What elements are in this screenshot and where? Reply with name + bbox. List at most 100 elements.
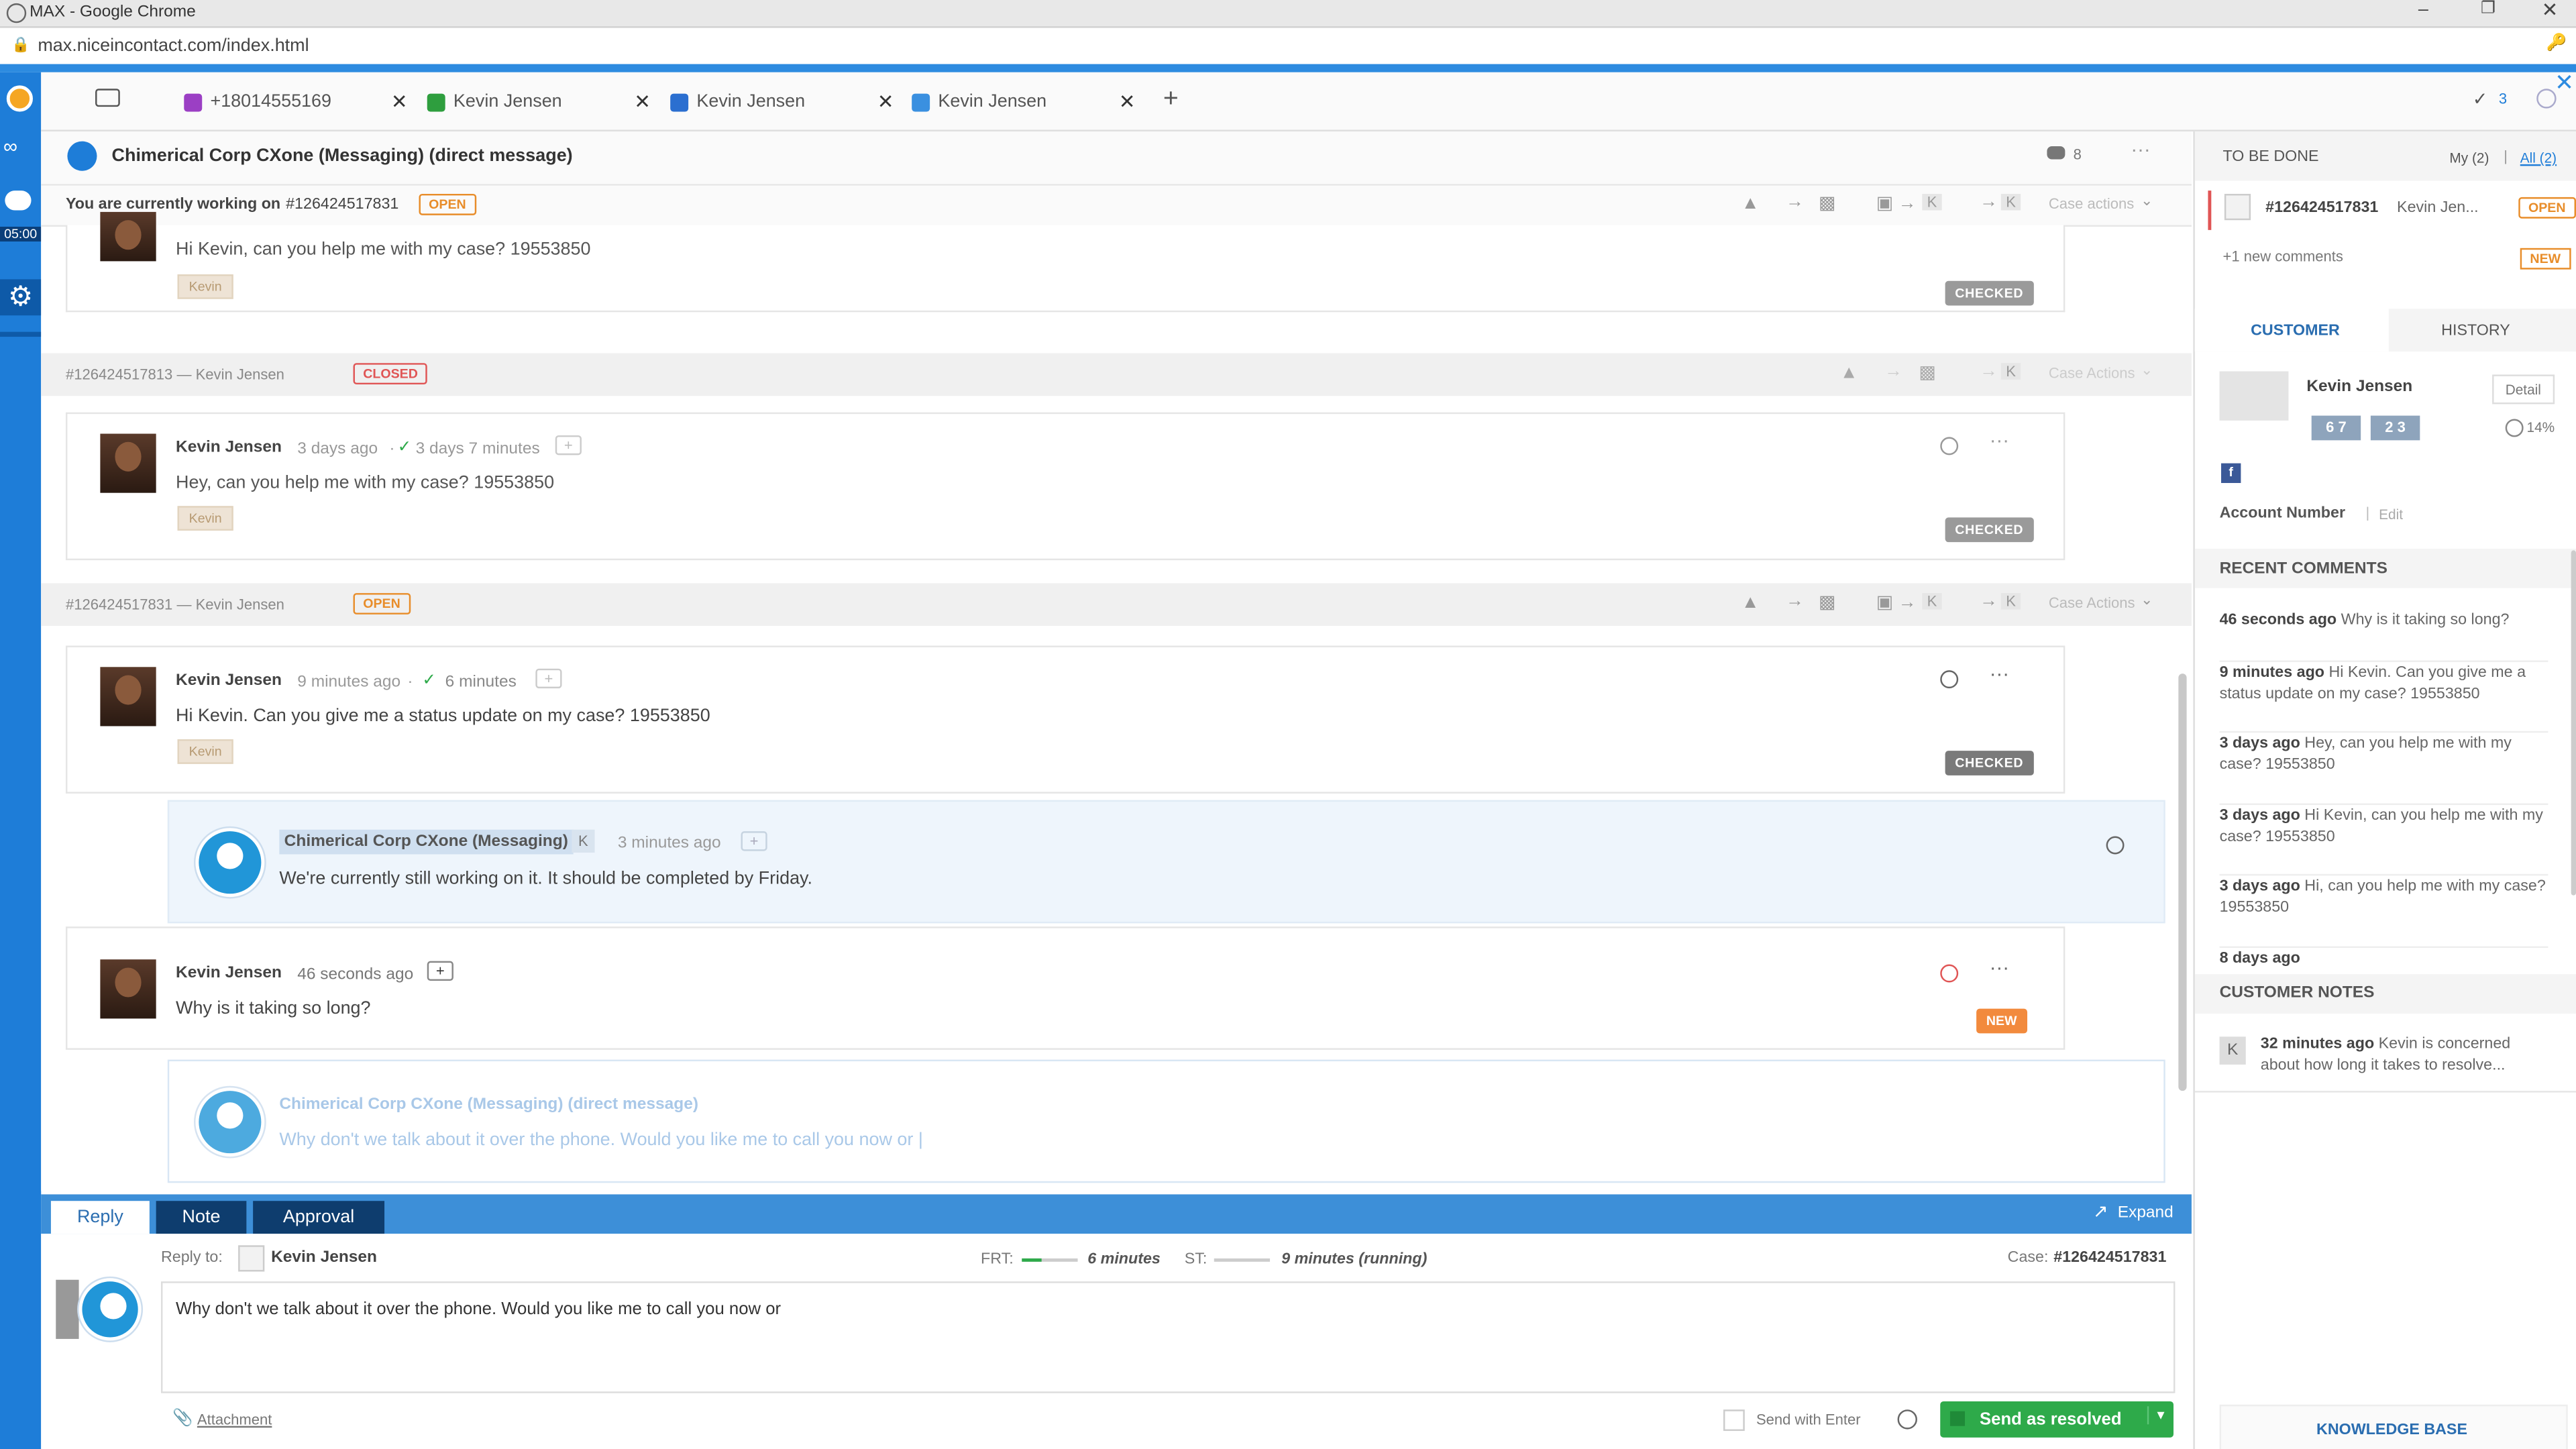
chevron-down-icon[interactable]: ⌄: [2141, 193, 2153, 211]
sentiment-neutral-icon[interactable]: [2106, 836, 2125, 855]
close-tab-icon[interactable]: ✕: [1119, 91, 1136, 113]
sentiment-negative-icon[interactable]: [1940, 964, 1959, 983]
close-tab-icon[interactable]: ✕: [391, 91, 408, 113]
warning-icon[interactable]: ▲: [1741, 593, 1760, 612]
team-icon[interactable]: ▩: [1819, 193, 1835, 213]
more-menu-icon[interactable]: ···: [1990, 956, 2009, 979]
assign-k-badge-2[interactable]: K: [2000, 593, 2021, 610]
forward-icon[interactable]: →: [1786, 193, 1804, 212]
assign-arrow-icon[interactable]: →: [1980, 193, 1998, 212]
sentiment-neutral-icon[interactable]: [1940, 670, 1959, 689]
forward-icon[interactable]: →: [1786, 592, 1804, 611]
detail-button[interactable]: Detail: [2492, 374, 2555, 405]
paperclip-icon[interactable]: 📎: [172, 1409, 193, 1428]
team-icon[interactable]: ▩: [1819, 592, 1835, 612]
tab-history[interactable]: HISTORY: [2441, 322, 2510, 340]
chevron-down-icon[interactable]: ⌄: [2141, 362, 2153, 380]
message-author[interactable]: Kevin Jensen: [176, 672, 282, 690]
key-icon[interactable]: 🔑: [2546, 34, 2567, 52]
recent-comment-item[interactable]: 3 days ago Hi, can you help me with my c…: [2219, 873, 2548, 918]
tab-reply[interactable]: Reply: [50, 1201, 150, 1234]
close-panel-icon[interactable]: ✕: [2555, 69, 2574, 97]
add-tag-icon[interactable]: +: [535, 668, 562, 689]
more-menu-icon[interactable]: ···: [2131, 138, 2150, 161]
right-scrollbar[interactable]: [2571, 550, 2576, 896]
add-tag-icon[interactable]: +: [741, 831, 767, 851]
inbox-icon[interactable]: [95, 89, 120, 107]
message-author[interactable]: Kevin Jensen: [176, 439, 282, 457]
comments-icon[interactable]: [2047, 146, 2065, 160]
account-edit-link[interactable]: Edit: [2379, 506, 2403, 522]
more-menu-icon[interactable]: ···: [1990, 429, 2009, 451]
recent-comment-item[interactable]: 8 days ago: [2219, 946, 2548, 969]
status-icon[interactable]: [6, 85, 33, 112]
add-tag-icon[interactable]: +: [555, 435, 582, 455]
case-actions-dropdown[interactable]: Case Actions: [2049, 365, 2135, 381]
tab-phone[interactable]: +18014555169 ✕: [184, 82, 408, 121]
message-tag[interactable]: Kevin: [177, 274, 233, 299]
add-tag-icon[interactable]: +: [427, 961, 453, 981]
case-actions-dropdown[interactable]: Case actions: [2049, 195, 2134, 211]
check-icon[interactable]: ✓: [2473, 89, 2488, 110]
tab-customer[interactable]: CUSTOMER: [2194, 309, 2389, 352]
inbox-assign-icon[interactable]: ▣ →: [1876, 193, 1917, 213]
timer-icon[interactable]: [2536, 89, 2557, 109]
more-menu-icon[interactable]: ···: [1990, 662, 2009, 685]
settings-gear-icon[interactable]: ⚙: [0, 279, 42, 316]
recent-comment-item[interactable]: 3 days ago Hi Kevin, can you help me wit…: [2219, 803, 2548, 848]
assign-k-badge[interactable]: K: [1922, 593, 1942, 610]
minimize-button[interactable]: –: [2418, 0, 2428, 19]
todo-item[interactable]: #126424517831 Kevin Jen... OPEN: [2208, 191, 2576, 230]
address-bar[interactable]: 🔒 max.niceincontact.com/index.html 🔑: [0, 28, 2576, 66]
send-dropdown-chevron-icon[interactable]: ▾: [2147, 1406, 2165, 1425]
todo-all-filter[interactable]: All (2): [2520, 150, 2557, 166]
assign-k-badge[interactable]: K: [1922, 193, 1942, 211]
team-icon[interactable]: ▩: [1919, 362, 1935, 382]
expand-icon[interactable]: ↗: [2093, 1201, 2108, 1222]
close-window-button[interactable]: ✕: [2542, 0, 2559, 21]
tab-kevin-2[interactable]: Kevin Jensen ✕: [670, 82, 894, 121]
reply-textarea[interactable]: Why don't we talk about it over the phon…: [161, 1281, 2176, 1393]
send-with-enter-checkbox[interactable]: [1723, 1409, 1745, 1432]
chat-icon[interactable]: [5, 191, 32, 211]
assign-arrow-icon[interactable]: →: [1980, 592, 1998, 611]
forward-icon[interactable]: →: [1884, 362, 1902, 381]
case-label[interactable]: #126424517813 — Kevin Jensen: [66, 366, 284, 382]
case-actions-dropdown[interactable]: Case Actions: [2049, 595, 2135, 611]
todo-my-filter[interactable]: My (2): [2449, 150, 2489, 166]
send-as-resolved-button[interactable]: Send as resolved ▾: [1940, 1401, 2174, 1438]
warning-icon[interactable]: ▲: [1741, 194, 1760, 213]
assign-k-badge-2[interactable]: K: [2000, 193, 2021, 211]
chevron-down-icon[interactable]: ⌄: [2141, 592, 2153, 610]
voicemail-icon[interactable]: ∞: [3, 135, 17, 158]
tab-note[interactable]: Note: [156, 1201, 247, 1234]
url-text[interactable]: max.niceincontact.com/index.html: [38, 36, 309, 56]
message-tag[interactable]: Kevin: [177, 506, 233, 531]
agent-author[interactable]: Chimerical Corp CXone (Messaging): [279, 829, 574, 855]
message-author[interactable]: Kevin Jensen: [176, 965, 282, 983]
message-tag[interactable]: Kevin: [177, 739, 233, 764]
assign-arrow-icon[interactable]: →: [1980, 362, 1998, 381]
inbox-assign-icon[interactable]: ▣ →: [1876, 592, 1917, 612]
facebook-icon[interactable]: f: [2221, 463, 2241, 483]
attachment-link[interactable]: Attachment: [197, 1411, 272, 1428]
customer-note-item[interactable]: 32 minutes ago Kevin is concerned about …: [2261, 1033, 2548, 1076]
assign-k-badge[interactable]: K: [2000, 363, 2021, 380]
emoji-icon[interactable]: [1897, 1409, 1917, 1430]
scrollbar[interactable]: [2178, 674, 2187, 1091]
restore-button[interactable]: ❐: [2481, 0, 2496, 18]
recent-comment-item[interactable]: 3 days ago Hey, can you help me with my …: [2219, 731, 2548, 775]
agent-selector[interactable]: [56, 1279, 79, 1339]
tab-kevin-1[interactable]: Kevin Jensen ✕: [427, 82, 651, 121]
working-on-case[interactable]: #126424517831: [286, 195, 398, 213]
case-label[interactable]: #126424517831 — Kevin Jensen: [66, 596, 284, 612]
recent-comment-item[interactable]: 9 minutes ago Hi Kevin. Can you give me …: [2219, 660, 2548, 704]
warning-icon[interactable]: ▲: [1840, 363, 1858, 382]
tab-kevin-3[interactable]: Kevin Jensen ✕: [912, 82, 1136, 121]
sentiment-neutral-icon[interactable]: [1940, 437, 1959, 455]
tab-approval[interactable]: Approval: [253, 1201, 385, 1234]
recent-comment-item[interactable]: 46 seconds ago Why is it taking so long?: [2220, 610, 2548, 631]
knowledge-base-button[interactable]: KNOWLEDGE BASE: [2219, 1404, 2568, 1449]
expand-button[interactable]: Expand: [2118, 1204, 2174, 1222]
close-tab-icon[interactable]: ✕: [877, 91, 894, 113]
